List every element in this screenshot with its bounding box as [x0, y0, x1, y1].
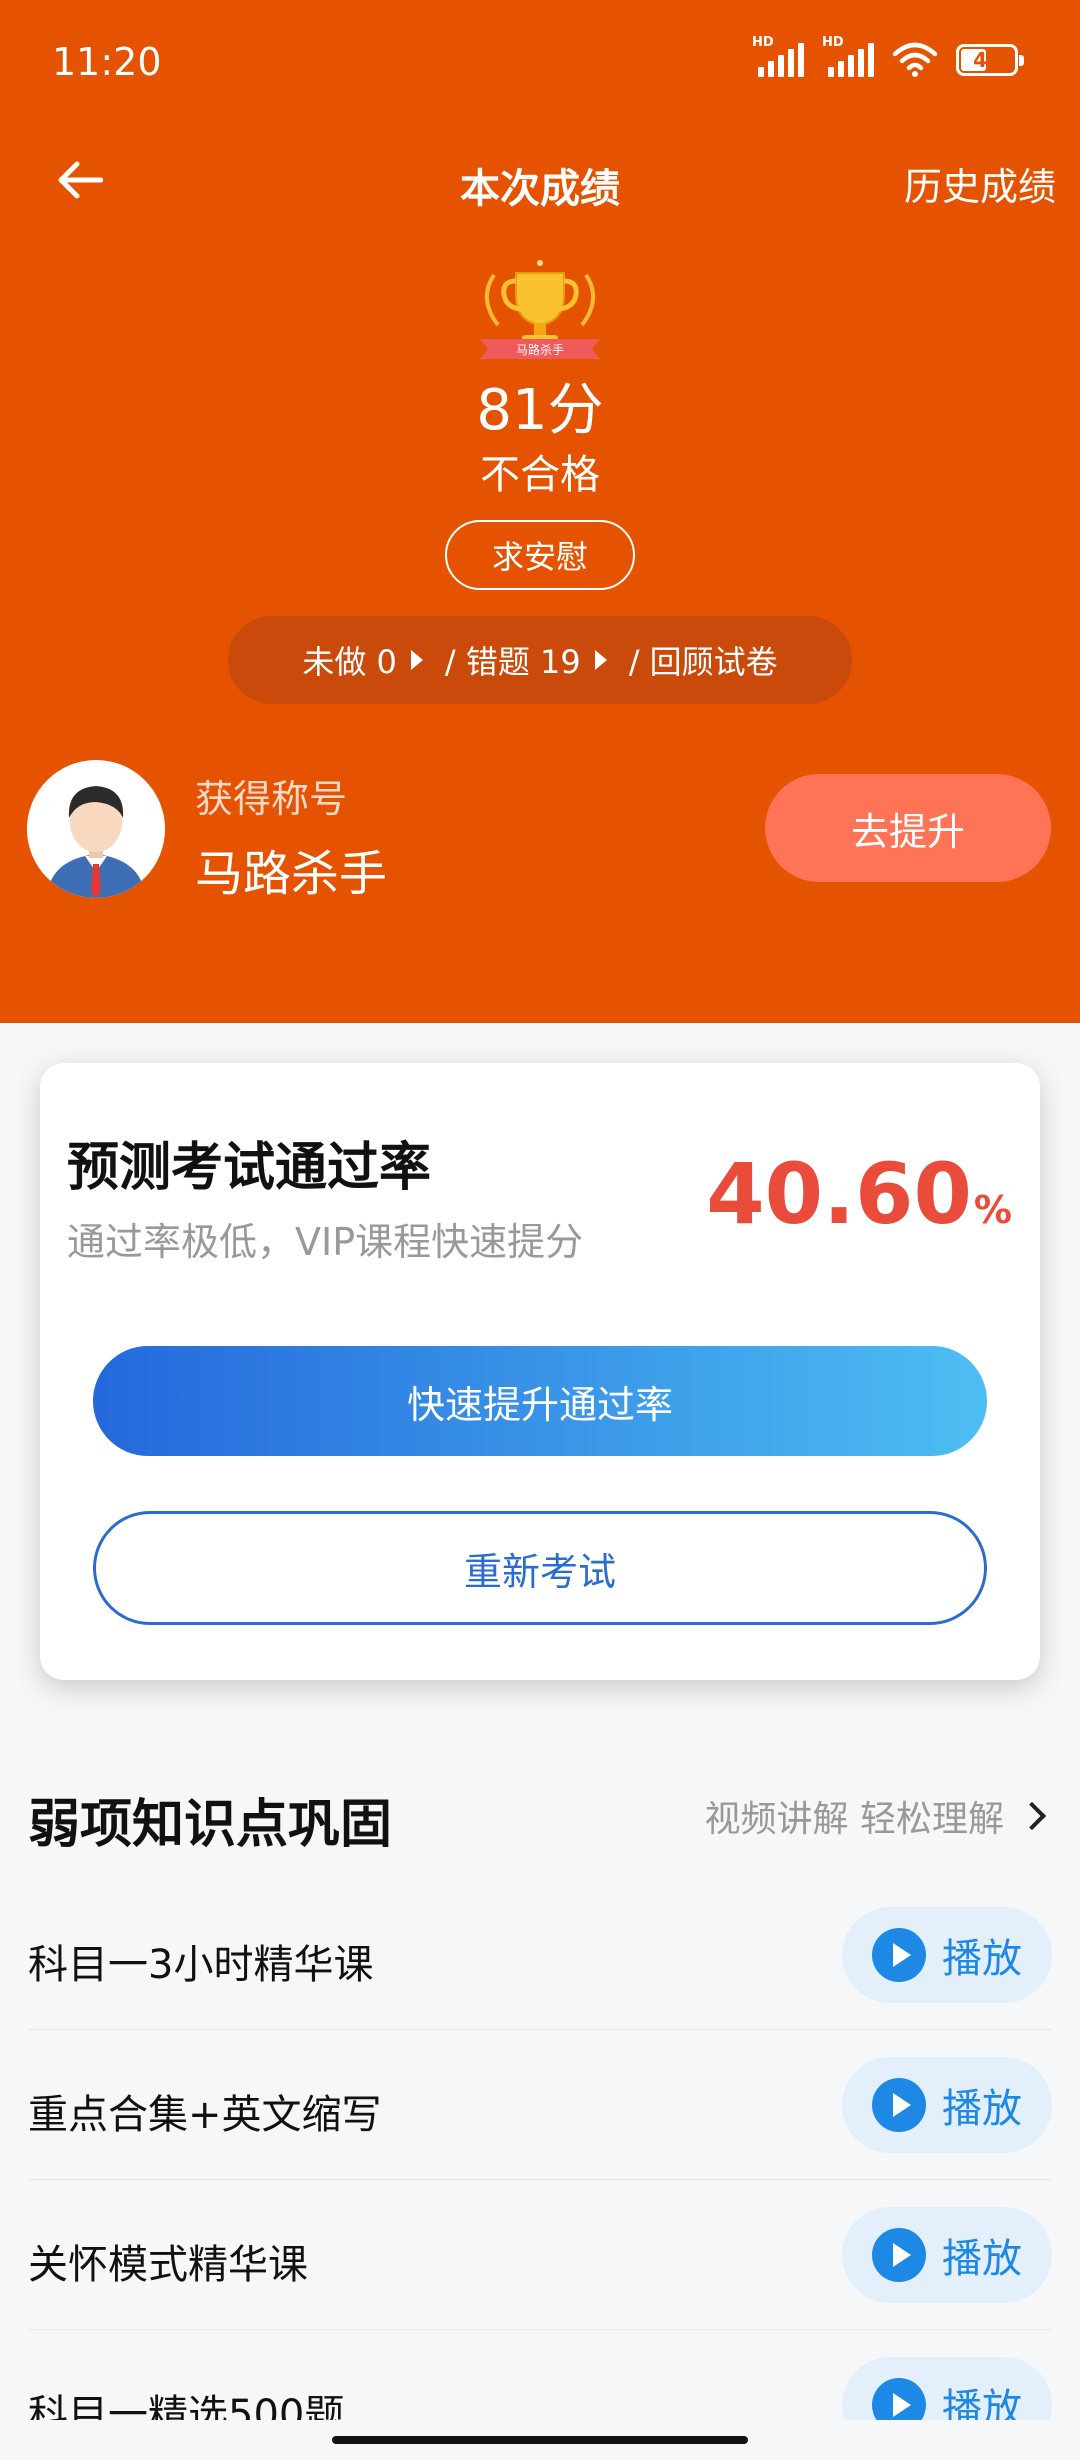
play-icon [872, 2228, 926, 2282]
battery-icon: 45 [956, 44, 1024, 76]
play-button[interactable]: 播放 [842, 2207, 1052, 2303]
weak-points-title: 弱项知识点巩固 [28, 1795, 393, 1855]
caret-right-icon [594, 650, 607, 670]
boost-pass-rate-button[interactable]: 快速提升通过率 [93, 1346, 987, 1456]
play-button[interactable]: 播放 [842, 1907, 1052, 2003]
pass-rate-value: 40.60% [706, 1145, 1012, 1243]
caret-right-icon [410, 650, 423, 670]
play-button[interactable]: 播放 [842, 2057, 1052, 2153]
course-name: 重点合集+英文缩写 [28, 2092, 382, 2138]
history-scores-link[interactable]: 历史成绩 [904, 156, 1056, 211]
pass-status: 不合格 [480, 452, 600, 498]
list-item: 科目一3小时精华课 播放 [28, 1880, 1052, 2030]
home-indicator[interactable] [332, 2436, 748, 2444]
trophy-icon: 马路杀手 [480, 260, 600, 359]
undone-link[interactable]: 未做 0 [302, 637, 423, 683]
honor-label: 获得称号 [195, 777, 348, 821]
retake-exam-button[interactable]: 重新考试 [93, 1511, 987, 1625]
avatar [27, 760, 165, 898]
status-time: 11:20 [52, 40, 162, 84]
video-explain-link[interactable]: 视频讲解 轻松理解 [705, 1790, 1050, 1842]
play-icon [872, 2078, 926, 2132]
wrong-questions-link[interactable]: / 错题 19 [445, 637, 607, 683]
top-nav: 本次成绩 历史成绩 [0, 140, 1080, 220]
wifi-icon [892, 42, 938, 77]
honor-title: 马路杀手 [195, 846, 388, 902]
course-list: 科目一3小时精华课 播放 重点合集+英文缩写 播放 关怀模式精华课 播放 科目一… [28, 1880, 1052, 2460]
exam-score: 81分 [476, 378, 604, 443]
pass-rate-title: 预测考试通过率 [67, 1138, 432, 1198]
signal-icon-2: HD [822, 35, 874, 77]
svg-text:马路杀手: 马路杀手 [516, 342, 564, 357]
list-item: 重点合集+英文缩写 播放 [28, 2030, 1052, 2180]
review-bar: 未做 0 / 错题 19 / 回顾试卷 [228, 616, 852, 704]
pass-rate-card: 预测考试通过率 通过率极低，VIP课程快速提分 40.60% 快速提升通过率 重… [40, 1063, 1040, 1680]
list-item: 关怀模式精华课 播放 [28, 2180, 1052, 2330]
signal-icon: HD [752, 35, 804, 77]
play-icon [872, 1928, 926, 1982]
status-icons: HD HD 45 [752, 35, 1024, 78]
pass-rate-subtitle: 通过率极低，VIP课程快速提分 [67, 1220, 584, 1264]
course-name: 科目一3小时精华课 [28, 1942, 374, 1988]
review-paper-link[interactable]: / 回顾试卷 [629, 637, 778, 683]
course-name: 关怀模式精华课 [28, 2242, 308, 2288]
comfort-button[interactable]: 求安慰 [445, 520, 635, 590]
improve-button[interactable]: 去提升 [765, 774, 1051, 882]
result-header: 11:20 HD HD 45 本次成绩 历史成绩 马路杀手 81分 不合格 求安… [0, 0, 1080, 1023]
chevron-right-icon [1017, 1801, 1047, 1831]
status-bar: 11:20 HD HD 45 [0, 0, 1080, 130]
